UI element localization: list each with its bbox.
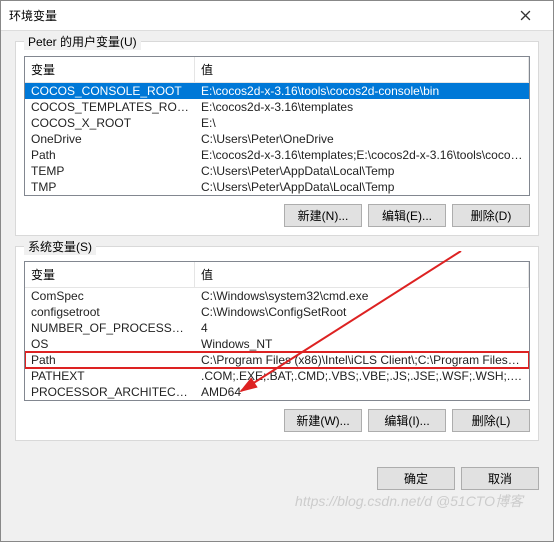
var-name-cell: Path — [25, 352, 195, 368]
user-vars-list[interactable]: 变量 值 COCOS_CONSOLE_ROOTE:\cocos2d-x-3.16… — [24, 56, 530, 196]
table-row[interactable]: TMPC:\Users\Peter\AppData\Local\Temp — [25, 179, 529, 195]
var-name-cell: COCOS_TEMPLATES_ROOT — [25, 99, 195, 115]
var-value-cell: C:\Users\Peter\AppData\Local\Temp — [195, 163, 529, 179]
var-value-cell: C:\Program Files (x86)\Intel\iCLS Client… — [195, 352, 529, 368]
var-name-cell: OS — [25, 336, 195, 352]
var-name-cell: configsetroot — [25, 304, 195, 320]
var-name-cell: Path — [25, 147, 195, 163]
table-row[interactable]: OSWindows_NT — [25, 336, 529, 352]
user-delete-button[interactable]: 删除(D) — [452, 204, 530, 227]
ok-button[interactable]: 确定 — [377, 467, 455, 490]
system-edit-button[interactable]: 编辑(I)... — [368, 409, 446, 432]
var-value-cell: Windows_NT — [195, 336, 529, 352]
system-vars-group: 系统变量(S) 变量 值 ComSpecC:\Windows\system32\… — [15, 246, 539, 441]
user-new-button[interactable]: 新建(N)... — [284, 204, 362, 227]
system-vars-label: 系统变量(S) — [24, 238, 96, 255]
table-row[interactable]: ComSpecC:\Windows\system32\cmd.exe — [25, 288, 529, 304]
user-list-header: 变量 值 — [25, 57, 529, 83]
var-value-cell: C:\Windows\system32\cmd.exe — [195, 288, 529, 304]
col-header-name[interactable]: 变量 — [25, 262, 195, 287]
var-name-cell: COCOS_X_ROOT — [25, 115, 195, 131]
var-name-cell: TEMP — [25, 163, 195, 179]
var-value-cell: E:\cocos2d-x-3.16\tools\cocos2d-console\… — [195, 83, 529, 99]
var-value-cell: AMD64 — [195, 384, 529, 400]
var-name-cell: PATHEXT — [25, 368, 195, 384]
system-delete-button[interactable]: 删除(L) — [452, 409, 530, 432]
var-value-cell: C:\Windows\ConfigSetRoot — [195, 304, 529, 320]
col-header-value[interactable]: 值 — [195, 262, 529, 287]
table-row[interactable]: TEMPC:\Users\Peter\AppData\Local\Temp — [25, 163, 529, 179]
titlebar: 环境变量 — [1, 1, 553, 31]
table-row[interactable]: configsetrootC:\Windows\ConfigSetRoot — [25, 304, 529, 320]
table-row[interactable]: PROCESSOR_ARCHITECTUREAMD64 — [25, 384, 529, 400]
user-button-row: 新建(N)... 编辑(E)... 删除(D) — [24, 196, 530, 227]
col-header-value[interactable]: 值 — [195, 57, 529, 82]
var-value-cell: .COM;.EXE;.BAT;.CMD;.VBS;.VBE;.JS;.JSE;.… — [195, 368, 529, 384]
var-name-cell: TMP — [25, 179, 195, 195]
table-row[interactable]: NUMBER_OF_PROCESSORS4 — [25, 320, 529, 336]
user-vars-group: Peter 的用户变量(U) 变量 值 COCOS_CONSOLE_ROOTE:… — [15, 41, 539, 236]
close-icon[interactable] — [505, 2, 545, 30]
table-row[interactable]: PathC:\Program Files (x86)\Intel\iCLS Cl… — [25, 352, 529, 368]
system-new-button[interactable]: 新建(W)... — [284, 409, 362, 432]
table-row[interactable]: OneDriveC:\Users\Peter\OneDrive — [25, 131, 529, 147]
var-value-cell: 4 — [195, 320, 529, 336]
window-title: 环境变量 — [9, 7, 505, 24]
col-header-name[interactable]: 变量 — [25, 57, 195, 82]
table-row[interactable]: PathE:\cocos2d-x-3.16\templates;E:\cocos… — [25, 147, 529, 163]
table-row[interactable]: COCOS_X_ROOTE:\ — [25, 115, 529, 131]
watermark-text: https://blog.csdn.net/d @51CTO博客 — [295, 491, 523, 511]
table-row[interactable]: PATHEXT.COM;.EXE;.BAT;.CMD;.VBS;.VBE;.JS… — [25, 368, 529, 384]
user-edit-button[interactable]: 编辑(E)... — [368, 204, 446, 227]
system-vars-list[interactable]: 变量 值 ComSpecC:\Windows\system32\cmd.exec… — [24, 261, 530, 401]
system-button-row: 新建(W)... 编辑(I)... 删除(L) — [24, 401, 530, 432]
var-name-cell: PROCESSOR_ARCHITECTURE — [25, 384, 195, 400]
user-vars-label: Peter 的用户变量(U) — [24, 33, 141, 50]
var-value-cell: E:\cocos2d-x-3.16\templates — [195, 99, 529, 115]
var-name-cell: OneDrive — [25, 131, 195, 147]
system-list-header: 变量 值 — [25, 262, 529, 288]
var-name-cell: COCOS_CONSOLE_ROOT — [25, 83, 195, 99]
env-vars-dialog: 环境变量 Peter 的用户变量(U) 变量 值 COCOS_CONSOLE_R… — [0, 0, 554, 542]
cancel-button[interactable]: 取消 — [461, 467, 539, 490]
var-value-cell: C:\Users\Peter\OneDrive — [195, 131, 529, 147]
table-row[interactable]: COCOS_TEMPLATES_ROOTE:\cocos2d-x-3.16\te… — [25, 99, 529, 115]
var-name-cell: NUMBER_OF_PROCESSORS — [25, 320, 195, 336]
var-value-cell: E:\cocos2d-x-3.16\templates;E:\cocos2d-x… — [195, 147, 529, 163]
var-value-cell: E:\ — [195, 115, 529, 131]
dialog-content: Peter 的用户变量(U) 变量 值 COCOS_CONSOLE_ROOTE:… — [1, 31, 553, 459]
var-name-cell: ComSpec — [25, 288, 195, 304]
table-row[interactable]: COCOS_CONSOLE_ROOTE:\cocos2d-x-3.16\tool… — [25, 83, 529, 99]
var-value-cell: C:\Users\Peter\AppData\Local\Temp — [195, 179, 529, 195]
